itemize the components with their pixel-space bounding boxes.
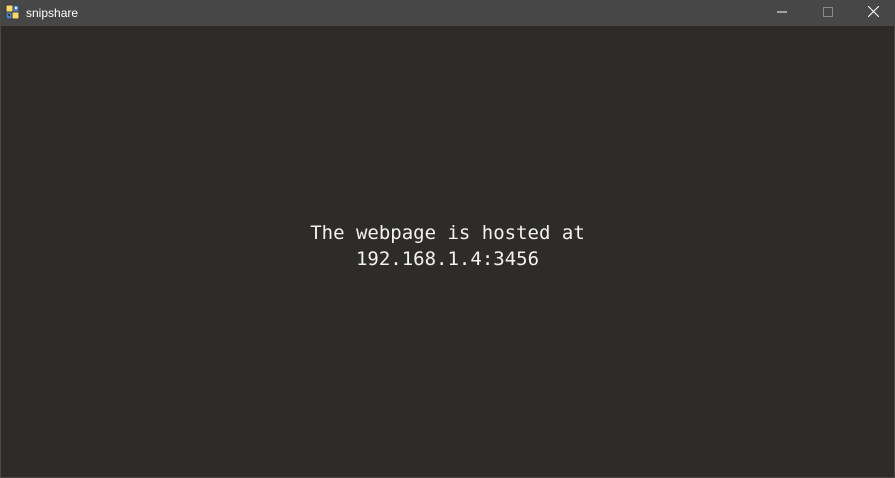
close-button[interactable]	[850, 0, 895, 26]
host-address: 192.168.1.4:3456	[355, 247, 540, 270]
hosted-message-line: The webpage is hosted at	[310, 221, 585, 244]
title-bar[interactable]: snipshare	[1, 0, 895, 26]
python-icon[interactable]	[5, 4, 21, 20]
minimize-button[interactable]	[759, 0, 805, 26]
minimize-icon	[777, 4, 787, 22]
app-window: snipshare The webpage is hosted at 192.1…	[0, 0, 895, 478]
window-title: snipshare	[26, 6, 79, 20]
main-content: The webpage is hosted at 192.168.1.4:345…	[1, 26, 894, 477]
close-icon	[867, 4, 879, 22]
maximize-icon	[823, 4, 833, 22]
maximize-button[interactable]	[805, 0, 851, 26]
